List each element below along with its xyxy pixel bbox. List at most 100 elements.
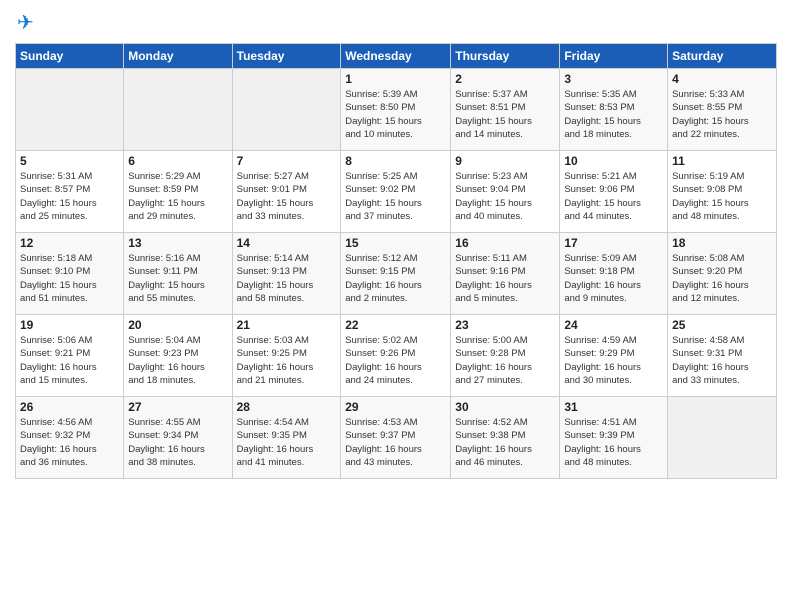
day-info: Sunrise: 5:27 AM Sunset: 9:01 PM Dayligh… xyxy=(237,170,337,223)
day-info: Sunrise: 5:31 AM Sunset: 8:57 PM Dayligh… xyxy=(20,170,119,223)
calendar-cell: 14 Sunrise: 5:14 AM Sunset: 9:13 PM Dayli… xyxy=(232,233,341,315)
day-number: 1 xyxy=(345,72,446,86)
day-info: Sunrise: 4:52 AM Sunset: 9:38 PM Dayligh… xyxy=(455,416,555,469)
weekday-header: Sunday xyxy=(16,44,124,69)
calendar-cell: 26 Sunrise: 4:56 AM Sunset: 9:32 PM Dayli… xyxy=(16,397,124,479)
calendar-cell: 31 Sunrise: 4:51 AM Sunset: 9:39 PM Dayli… xyxy=(560,397,668,479)
calendar-cell: 19 Sunrise: 5:06 AM Sunset: 9:21 PM Dayli… xyxy=(16,315,124,397)
day-info: Sunrise: 5:37 AM Sunset: 8:51 PM Dayligh… xyxy=(455,88,555,141)
calendar-week-row: 1 Sunrise: 5:39 AM Sunset: 8:50 PM Daylig… xyxy=(16,69,777,151)
day-info: Sunrise: 4:59 AM Sunset: 9:29 PM Dayligh… xyxy=(564,334,663,387)
day-number: 20 xyxy=(128,318,227,332)
weekday-header: Tuesday xyxy=(232,44,341,69)
day-number: 3 xyxy=(564,72,663,86)
day-number: 15 xyxy=(345,236,446,250)
day-number: 11 xyxy=(672,154,772,168)
day-number: 28 xyxy=(237,400,337,414)
day-info: Sunrise: 4:56 AM Sunset: 9:32 PM Dayligh… xyxy=(20,416,119,469)
logo: ✈ xyxy=(15,10,34,35)
day-number: 22 xyxy=(345,318,446,332)
calendar-week-row: 5Sunrise: 5:31 AM Sunset: 8:57 PM Daylig… xyxy=(16,151,777,233)
day-info: Sunrise: 5:11 AM Sunset: 9:16 PM Dayligh… xyxy=(455,252,555,305)
calendar-cell: 22 Sunrise: 5:02 AM Sunset: 9:26 PM Dayli… xyxy=(341,315,451,397)
day-number: 9 xyxy=(455,154,555,168)
day-info: Sunrise: 5:16 AM Sunset: 9:11 PM Dayligh… xyxy=(128,252,227,305)
calendar-cell: 8Sunrise: 5:25 AM Sunset: 9:02 PM Daylig… xyxy=(341,151,451,233)
day-info: Sunrise: 5:09 AM Sunset: 9:18 PM Dayligh… xyxy=(564,252,663,305)
calendar-cell: 12 Sunrise: 5:18 AM Sunset: 9:10 PM Dayli… xyxy=(16,233,124,315)
calendar-cell: 18 Sunrise: 5:08 AM Sunset: 9:20 PM Dayli… xyxy=(668,233,777,315)
weekday-header: Monday xyxy=(124,44,232,69)
calendar-cell: 23Sunrise: 5:00 AM Sunset: 9:28 PM Dayli… xyxy=(451,315,560,397)
calendar-cell: 4 Sunrise: 5:33 AM Sunset: 8:55 PM Daylig… xyxy=(668,69,777,151)
day-number: 19 xyxy=(20,318,119,332)
day-info: Sunrise: 5:25 AM Sunset: 9:02 PM Dayligh… xyxy=(345,170,446,223)
calendar-cell: 21 Sunrise: 5:03 AM Sunset: 9:25 PM Dayli… xyxy=(232,315,341,397)
day-info: Sunrise: 5:00 AM Sunset: 9:28 PM Dayligh… xyxy=(455,334,555,387)
day-info: Sunrise: 5:14 AM Sunset: 9:13 PM Dayligh… xyxy=(237,252,337,305)
logo-bird-icon: ✈ xyxy=(17,10,34,35)
day-info: Sunrise: 5:04 AM Sunset: 9:23 PM Dayligh… xyxy=(128,334,227,387)
day-info: Sunrise: 5:02 AM Sunset: 9:26 PM Dayligh… xyxy=(345,334,446,387)
calendar-cell: 9 Sunrise: 5:23 AM Sunset: 9:04 PM Daylig… xyxy=(451,151,560,233)
day-info: Sunrise: 4:51 AM Sunset: 9:39 PM Dayligh… xyxy=(564,416,663,469)
day-info: Sunrise: 4:55 AM Sunset: 9:34 PM Dayligh… xyxy=(128,416,227,469)
day-info: Sunrise: 5:35 AM Sunset: 8:53 PM Dayligh… xyxy=(564,88,663,141)
day-number: 4 xyxy=(672,72,772,86)
calendar-cell: 15 Sunrise: 5:12 AM Sunset: 9:15 PM Dayli… xyxy=(341,233,451,315)
day-number: 25 xyxy=(672,318,772,332)
calendar-cell: 28 Sunrise: 4:54 AM Sunset: 9:35 PM Dayli… xyxy=(232,397,341,479)
day-number: 26 xyxy=(20,400,119,414)
day-number: 30 xyxy=(455,400,555,414)
weekday-header: Friday xyxy=(560,44,668,69)
day-info: Sunrise: 5:19 AM Sunset: 9:08 PM Dayligh… xyxy=(672,170,772,223)
calendar-cell: 10Sunrise: 5:21 AM Sunset: 9:06 PM Dayli… xyxy=(560,151,668,233)
calendar-cell: 7 Sunrise: 5:27 AM Sunset: 9:01 PM Daylig… xyxy=(232,151,341,233)
calendar-cell: 16 Sunrise: 5:11 AM Sunset: 9:16 PM Dayli… xyxy=(451,233,560,315)
day-number: 18 xyxy=(672,236,772,250)
calendar-week-row: 26 Sunrise: 4:56 AM Sunset: 9:32 PM Dayli… xyxy=(16,397,777,479)
day-number: 12 xyxy=(20,236,119,250)
calendar-cell: 25 Sunrise: 4:58 AM Sunset: 9:31 PM Dayli… xyxy=(668,315,777,397)
day-number: 16 xyxy=(455,236,555,250)
calendar-cell: 1 Sunrise: 5:39 AM Sunset: 8:50 PM Daylig… xyxy=(341,69,451,151)
page: ✈ SundayMondayTuesdayWednesdayThursdayFr… xyxy=(0,0,792,612)
weekday-header: Saturday xyxy=(668,44,777,69)
day-number: 2 xyxy=(455,72,555,86)
day-info: Sunrise: 5:23 AM Sunset: 9:04 PM Dayligh… xyxy=(455,170,555,223)
day-number: 21 xyxy=(237,318,337,332)
calendar-cell xyxy=(124,69,232,151)
day-info: Sunrise: 5:21 AM Sunset: 9:06 PM Dayligh… xyxy=(564,170,663,223)
calendar-cell: 27 Sunrise: 4:55 AM Sunset: 9:34 PM Dayli… xyxy=(124,397,232,479)
day-info: Sunrise: 4:54 AM Sunset: 9:35 PM Dayligh… xyxy=(237,416,337,469)
calendar-cell: 3 Sunrise: 5:35 AM Sunset: 8:53 PM Daylig… xyxy=(560,69,668,151)
day-info: Sunrise: 5:06 AM Sunset: 9:21 PM Dayligh… xyxy=(20,334,119,387)
weekday-header: Thursday xyxy=(451,44,560,69)
calendar-cell: 17 Sunrise: 5:09 AM Sunset: 9:18 PM Dayli… xyxy=(560,233,668,315)
calendar-cell: 30 Sunrise: 4:52 AM Sunset: 9:38 PM Dayli… xyxy=(451,397,560,479)
day-info: Sunrise: 5:12 AM Sunset: 9:15 PM Dayligh… xyxy=(345,252,446,305)
calendar-week-row: 19 Sunrise: 5:06 AM Sunset: 9:21 PM Dayli… xyxy=(16,315,777,397)
calendar-cell: 13Sunrise: 5:16 AM Sunset: 9:11 PM Dayli… xyxy=(124,233,232,315)
day-number: 31 xyxy=(564,400,663,414)
calendar-cell: 24Sunrise: 4:59 AM Sunset: 9:29 PM Dayli… xyxy=(560,315,668,397)
calendar-header-row: SundayMondayTuesdayWednesdayThursdayFrid… xyxy=(16,44,777,69)
day-info: Sunrise: 4:58 AM Sunset: 9:31 PM Dayligh… xyxy=(672,334,772,387)
day-info: Sunrise: 5:08 AM Sunset: 9:20 PM Dayligh… xyxy=(672,252,772,305)
day-info: Sunrise: 5:03 AM Sunset: 9:25 PM Dayligh… xyxy=(237,334,337,387)
calendar-cell: 6Sunrise: 5:29 AM Sunset: 8:59 PM Daylig… xyxy=(124,151,232,233)
calendar-cell: 20 Sunrise: 5:04 AM Sunset: 9:23 PM Dayli… xyxy=(124,315,232,397)
calendar-table: SundayMondayTuesdayWednesdayThursdayFrid… xyxy=(15,43,777,479)
calendar-cell xyxy=(232,69,341,151)
day-number: 14 xyxy=(237,236,337,250)
day-info: Sunrise: 5:39 AM Sunset: 8:50 PM Dayligh… xyxy=(345,88,446,141)
calendar-cell: 5Sunrise: 5:31 AM Sunset: 8:57 PM Daylig… xyxy=(16,151,124,233)
day-info: Sunrise: 5:33 AM Sunset: 8:55 PM Dayligh… xyxy=(672,88,772,141)
day-number: 27 xyxy=(128,400,227,414)
day-number: 17 xyxy=(564,236,663,250)
day-info: Sunrise: 5:18 AM Sunset: 9:10 PM Dayligh… xyxy=(20,252,119,305)
calendar-cell xyxy=(16,69,124,151)
day-number: 7 xyxy=(237,154,337,168)
header: ✈ xyxy=(15,10,777,35)
weekday-header: Wednesday xyxy=(341,44,451,69)
